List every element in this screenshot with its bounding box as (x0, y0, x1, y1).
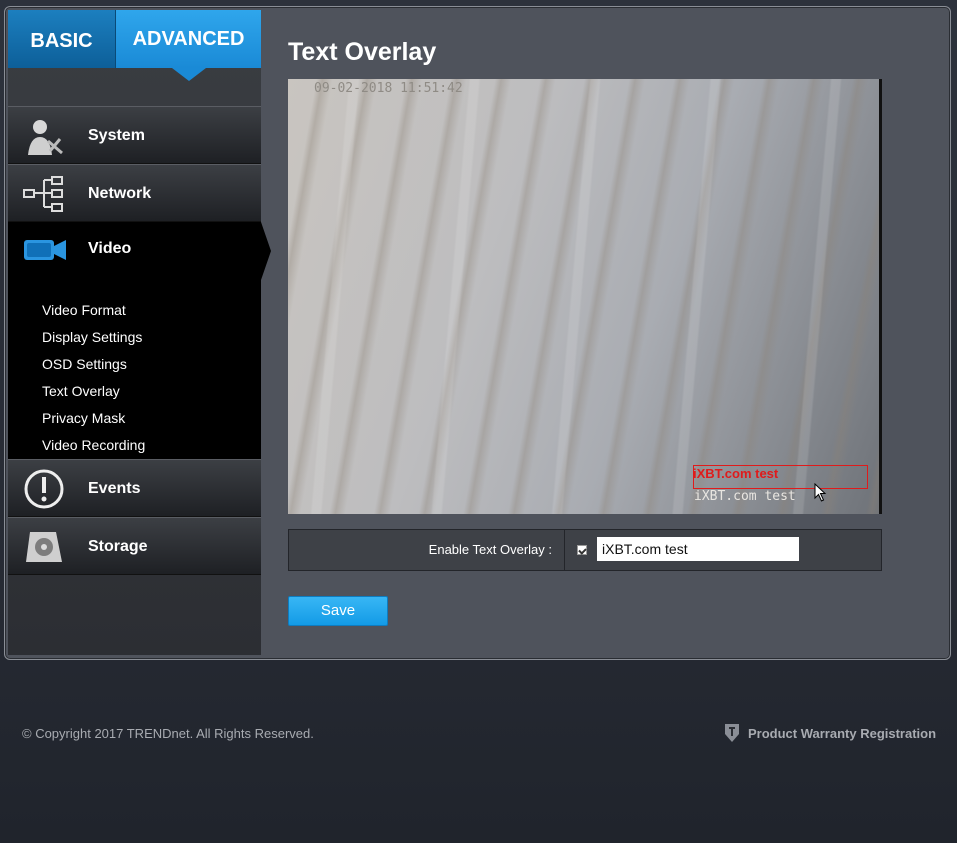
submenu-osd-settings[interactable]: OSD Settings (42, 356, 127, 372)
text-overlay-setting-row: Enable Text Overlay : (288, 529, 882, 571)
shield-icon (725, 724, 739, 742)
mouse-cursor-icon (814, 483, 827, 502)
sidebar-item-system[interactable]: System (8, 106, 261, 164)
tab-active-indicator (172, 68, 206, 81)
submenu-privacy-mask[interactable]: Privacy Mask (42, 410, 125, 426)
submenu-display-settings[interactable]: Display Settings (42, 329, 142, 345)
sidebar: BASIC ADVANCED System Network Video Vide… (8, 10, 271, 655)
storage-disk-icon (26, 532, 62, 562)
sidebar-item-storage[interactable]: Storage (8, 517, 261, 575)
save-button[interactable]: Save (288, 596, 388, 626)
sidebar-item-label: Storage (88, 538, 148, 555)
sidebar-item-label: System (88, 127, 145, 144)
preview-timestamp: 09-02-2018 11:51:42 (314, 81, 463, 96)
sidebar-item-label: Events (88, 480, 141, 497)
preview-border (879, 79, 882, 514)
system-admin-icon (28, 120, 63, 155)
enable-text-overlay-label: Enable Text Overlay : (289, 530, 565, 570)
sidebar-item-video[interactable]: Video Video Format Display Settings OSD … (8, 222, 261, 460)
overlay-text-editable: iXBT.com test (693, 466, 779, 481)
network-tree-icon (23, 176, 63, 212)
sidebar-item-label: Video (88, 240, 132, 257)
sidebar-item-label: Network (88, 185, 152, 202)
camera-preview: 09-02-2018 11:51:42 iXBT.com test iXBT.c… (288, 79, 882, 514)
submenu-video-format[interactable]: Video Format (42, 302, 126, 318)
sidebar-item-network[interactable]: Network (8, 164, 261, 222)
preview-image (288, 79, 882, 514)
video-camera-icon (24, 240, 66, 260)
submenu-text-overlay[interactable]: Text Overlay (42, 383, 120, 399)
mode-tabs: BASIC ADVANCED (8, 10, 261, 81)
warranty-registration-link[interactable]: Product Warranty Registration (748, 726, 936, 741)
exclamation-icon (24, 469, 64, 509)
page-title: Text Overlay (288, 38, 437, 66)
tab-basic[interactable]: BASIC (8, 10, 116, 68)
submenu-video-recording[interactable]: Video Recording (42, 437, 145, 453)
overlay-text-rendered: iXBT.com test (694, 489, 796, 504)
copyright-text: © Copyright 2017 TRENDnet. All Rights Re… (22, 726, 314, 741)
tab-advanced[interactable]: ADVANCED (116, 10, 261, 68)
active-section-arrow (261, 222, 271, 280)
overlay-text-input[interactable] (597, 537, 799, 561)
sidebar-item-events[interactable]: Events (8, 459, 261, 517)
enable-text-overlay-checkbox[interactable] (577, 545, 587, 555)
